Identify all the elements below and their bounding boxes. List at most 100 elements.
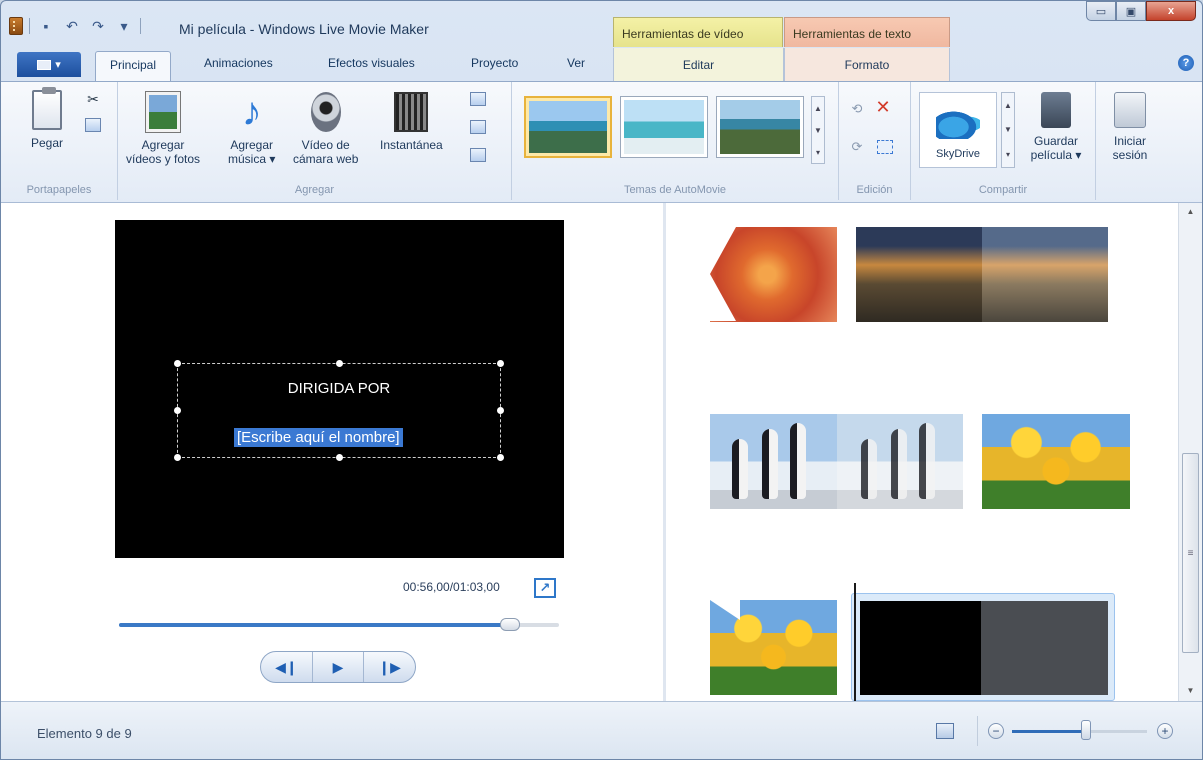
tab-formato[interactable]: Formato [784,48,950,81]
delete-icon[interactable]: ✕ [875,97,891,117]
automovie-theme-2[interactable] [620,96,708,158]
clip-tulips[interactable] [982,414,1130,509]
scroll-down-arrow[interactable]: ▼ [1179,686,1202,695]
quick-access-toolbar: ▪ ↶ ↷ ▾ [9,15,141,37]
tab-proyecto[interactable]: Proyecto [471,56,518,70]
maximize-button[interactable]: ▣ [1116,1,1146,21]
skydrive-button[interactable]: SkyDrive [919,92,997,168]
window-controls: ▭ ▣ x [1086,1,1196,21]
minimize-button[interactable]: ▭ [1086,1,1116,21]
playhead[interactable] [854,583,856,703]
seek-handle[interactable] [500,618,521,631]
scroll-up-icon[interactable]: ▲ [814,104,822,113]
transition-marker [710,227,736,321]
file-menu-arrow: ▾ [55,59,61,71]
automovie-theme-1[interactable] [524,96,612,158]
webcam-video-button[interactable]: Vídeo de cámara web [293,92,358,166]
music-note-icon: ♪ [241,90,262,134]
storyboard-scrollbar[interactable]: ▲ ≡ ▼ [1178,203,1202,701]
clipboard-group-label: Portapapeles [26,184,92,196]
close-button[interactable]: x [1146,1,1196,21]
group-clipboard: Pegar ✂ Portapapeles [1,82,118,200]
copy-icon[interactable] [85,118,101,132]
penguin-shape [919,423,935,499]
save-movie-button[interactable]: Guardar película ▾ [1021,92,1091,162]
save-icon[interactable]: ▪ [36,16,56,36]
resize-handle[interactable] [174,360,181,367]
video-preview[interactable]: DIRIGIDA POR [Escribe aquí el nombre] [115,220,564,558]
clip-lighthouse-2[interactable] [982,227,1108,322]
tab-principal[interactable]: Principal [95,51,172,82]
scroll-up-arrow[interactable]: ▲ [1179,207,1202,216]
help-icon[interactable]: ? [1178,55,1194,71]
resize-handle[interactable] [336,360,343,367]
seek-bar[interactable] [119,618,559,631]
resize-handle[interactable] [497,454,504,461]
tab-ver[interactable]: Ver [567,56,585,70]
thumbnail-size-icon[interactable] [936,723,954,739]
undo-icon[interactable]: ↶ [62,16,82,36]
add-videos-photos-button[interactable]: Agregar vídeos y fotos [126,91,200,166]
share-gallery-scroll[interactable]: ▲ ▼ ▾ [1001,92,1015,168]
webcam-line1: Vídeo de [301,138,350,152]
zoom-out-button[interactable]: − [988,723,1004,739]
snapshot-button[interactable]: Instantánea [380,92,443,152]
caption-name-text[interactable]: [Escribe aquí el nombre] [234,428,403,447]
theme-thumbnail [624,100,704,154]
resize-handle[interactable] [174,407,181,414]
scroll-thumb[interactable]: ≡ [1182,453,1199,653]
signin-line1: Iniciar [1113,134,1146,148]
clip-penguins-2[interactable] [837,414,963,509]
scroll-up-icon[interactable]: ▲ [1004,101,1012,110]
gallery-more-icon[interactable]: ▾ [1006,150,1010,159]
resize-handle[interactable] [497,407,504,414]
skydrive-label: SkyDrive [935,148,980,160]
cut-icon[interactable]: ✂ [85,91,101,107]
automovie-theme-3[interactable] [716,96,804,158]
resize-handle[interactable] [497,360,504,367]
select-all-icon[interactable] [877,140,893,154]
playback-controls: ◀❙ ▶ ❙▶ [260,651,416,683]
gallery-more-icon[interactable]: ▾ [816,148,820,157]
transition-marker [710,600,740,620]
scroll-down-icon[interactable]: ▼ [814,126,822,135]
play-button[interactable]: ▶ [313,652,365,682]
tab-efectos-visuales[interactable]: Efectos visuales [328,56,415,70]
add-title-icon[interactable] [470,92,486,106]
status-bar: Elemento 9 de 9 − + [1,701,1202,759]
zoom-handle[interactable] [1081,720,1092,740]
redo-icon[interactable]: ↷ [88,16,108,36]
caption-title-text: DIRIGIDA POR [287,380,391,397]
scroll-down-icon[interactable]: ▼ [1004,125,1012,134]
previous-frame-button[interactable]: ◀❙ [261,652,313,682]
group-add: Agregar vídeos y fotos ♪ Agregar música … [118,82,512,200]
group-signin: Iniciar sesión [1096,82,1166,200]
penguin-shape [861,439,877,499]
caption-textbox[interactable]: DIRIGIDA POR [Escribe aquí el nombre] [174,360,504,461]
rotate-left-icon[interactable]: ⟲ [849,101,865,116]
add-caption-icon[interactable] [470,120,486,134]
resize-handle[interactable] [174,454,181,461]
clip-title-grey[interactable] [981,601,1108,695]
resize-handle[interactable] [336,454,343,461]
next-frame-button[interactable]: ❙▶ [364,652,415,682]
file-menu-button[interactable]: ▾ [17,52,81,77]
themes-gallery-scroll[interactable]: ▲ ▼ ▾ [811,96,825,164]
customize-qat-icon[interactable]: ▾ [114,16,134,36]
clip-title-black[interactable] [860,601,981,695]
add-credits-icon[interactable] [470,148,486,162]
fullscreen-icon[interactable]: ↗ [534,578,556,598]
add-music-button[interactable]: ♪ Agregar música ▾ [228,92,275,166]
clip-lighthouse[interactable] [856,227,982,322]
clip-penguins[interactable] [710,414,837,509]
paste-button[interactable]: Pegar [31,87,63,150]
zoom-in-button[interactable]: + [1157,723,1173,739]
tab-animaciones[interactable]: Animaciones [204,56,273,70]
add-group-label: Agregar [294,184,335,196]
rotate-right-icon[interactable]: ⟳ [849,139,865,154]
signin-line2: sesión [1112,148,1148,162]
signin-button[interactable]: Iniciar sesión [1106,92,1154,162]
zoom-slider[interactable] [1012,730,1147,733]
tab-editar[interactable]: Editar [613,48,784,81]
app-icon[interactable] [9,17,23,35]
